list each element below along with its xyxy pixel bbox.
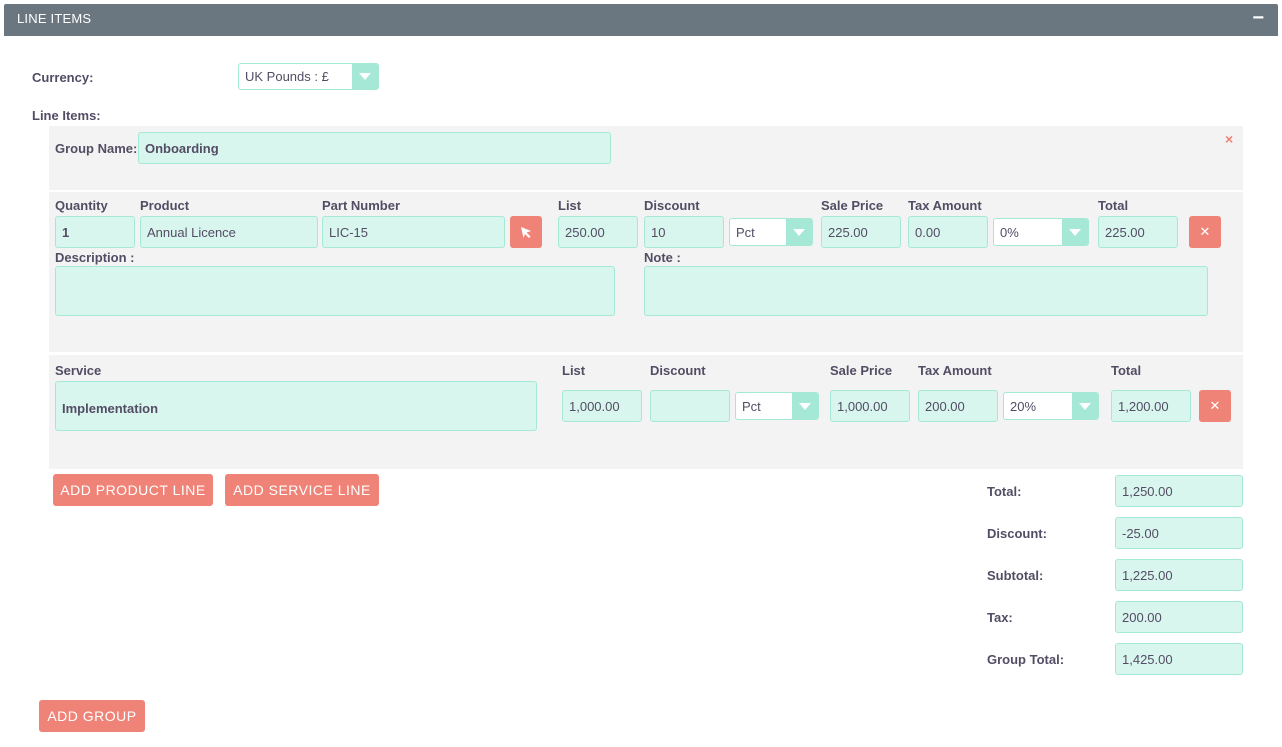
remove-product-line-button[interactable]: ✕ (1189, 216, 1221, 248)
select-product-button[interactable] (510, 216, 542, 248)
group-total-label: Group Total: (987, 652, 1065, 667)
chevron-down-icon (1072, 393, 1098, 419)
discount-input[interactable]: 10 (644, 216, 724, 248)
header-sale-price: Sale Price (821, 198, 884, 213)
group-discount-field[interactable]: -25.00 (1115, 517, 1243, 549)
discount-type-value: Pct (736, 224, 755, 240)
group-grand-total-field[interactable]: 1,425.00 (1115, 643, 1243, 675)
line-items-label: Line Items: (32, 108, 101, 123)
service-tax-amount-input[interactable]: 200.00 (918, 390, 998, 422)
total-input[interactable]: 225.00 (1098, 216, 1178, 248)
header-product: Product (140, 198, 190, 213)
service-discount-type-value: Pct (742, 398, 761, 414)
tax-rate-select[interactable]: 0% (993, 218, 1089, 246)
service-tax-rate-select[interactable]: 20% (1003, 392, 1099, 420)
service-discount-input[interactable] (650, 390, 730, 422)
quantity-input[interactable]: 1 (55, 216, 135, 248)
close-icon: ✕ (1199, 224, 1211, 239)
currency-label: Currency: (32, 70, 94, 85)
service-value: Implementation (62, 401, 159, 416)
tax-rate-value: 0% (1000, 224, 1019, 240)
discount-label: Discount: (987, 526, 1047, 541)
note-textarea[interactable] (644, 266, 1208, 316)
total-label: Total: (987, 484, 1022, 499)
header-service-list: List (562, 363, 586, 378)
service-total-input[interactable]: 1,200.00 (1111, 390, 1191, 422)
description-label: Description : (55, 250, 135, 265)
list-price-input[interactable]: 250.00 (558, 216, 638, 248)
chevron-down-icon (1062, 219, 1088, 245)
cursor-arrow-icon (521, 227, 531, 238)
note-label: Note : (644, 250, 681, 265)
header-service-sale-price: Sale Price (830, 363, 893, 378)
group-name-input[interactable]: Onboarding (138, 132, 611, 164)
service-sale-price-input[interactable]: 1,000.00 (830, 390, 910, 422)
header-service-tax-amount: Tax Amount (918, 363, 992, 378)
header-quantity: Quantity (55, 198, 108, 213)
chevron-down-icon (352, 64, 378, 89)
remove-group-icon[interactable]: × (1225, 131, 1233, 147)
add-product-line-button[interactable]: ADD PRODUCT LINE (53, 474, 213, 506)
sale-price-input[interactable]: 225.00 (821, 216, 901, 248)
line-items-panel-header: LINE ITEMS − (4, 4, 1278, 36)
subtotal-label: Subtotal: (987, 568, 1044, 583)
collapse-icon[interactable]: − (1252, 7, 1264, 30)
group-name-label: Group Name: (55, 141, 138, 156)
add-group-button[interactable]: ADD GROUP (39, 700, 145, 732)
service-textarea[interactable]: Implementation (55, 381, 537, 431)
group-total-field[interactable]: 1,250.00 (1115, 475, 1243, 507)
remove-service-line-button[interactable]: ✕ (1199, 390, 1231, 422)
currency-select[interactable]: UK Pounds : £ (238, 63, 379, 90)
header-service-total: Total (1111, 363, 1142, 378)
add-service-line-button[interactable]: ADD SERVICE LINE (225, 474, 379, 506)
close-icon: ✕ (1209, 398, 1221, 413)
chevron-down-icon (786, 219, 812, 245)
part-number-input[interactable]: LIC-15 (322, 216, 505, 248)
group-subtotal-field[interactable]: 1,225.00 (1115, 559, 1243, 591)
service-list-input[interactable]: 1,000.00 (562, 390, 642, 422)
discount-type-select[interactable]: Pct (729, 218, 813, 246)
service-discount-type-select[interactable]: Pct (735, 392, 819, 420)
tax-amount-input[interactable]: 0.00 (908, 216, 988, 248)
description-textarea[interactable] (55, 266, 615, 316)
chevron-down-icon (792, 393, 818, 419)
tax-label: Tax: (987, 610, 1013, 625)
header-total: Total (1098, 198, 1129, 213)
currency-value: UK Pounds : £ (245, 69, 329, 84)
header-discount: Discount (644, 198, 700, 213)
product-input[interactable]: Annual Licence (140, 216, 318, 248)
group-tax-field[interactable]: 200.00 (1115, 601, 1243, 633)
header-list: List (558, 198, 582, 213)
service-tax-rate-value: 20% (1010, 398, 1037, 414)
header-service-discount: Discount (650, 363, 706, 378)
header-tax-amount: Tax Amount (908, 198, 982, 213)
header-part-number: Part Number (322, 198, 401, 213)
panel-title: LINE ITEMS (17, 11, 92, 26)
header-service: Service (55, 363, 102, 378)
